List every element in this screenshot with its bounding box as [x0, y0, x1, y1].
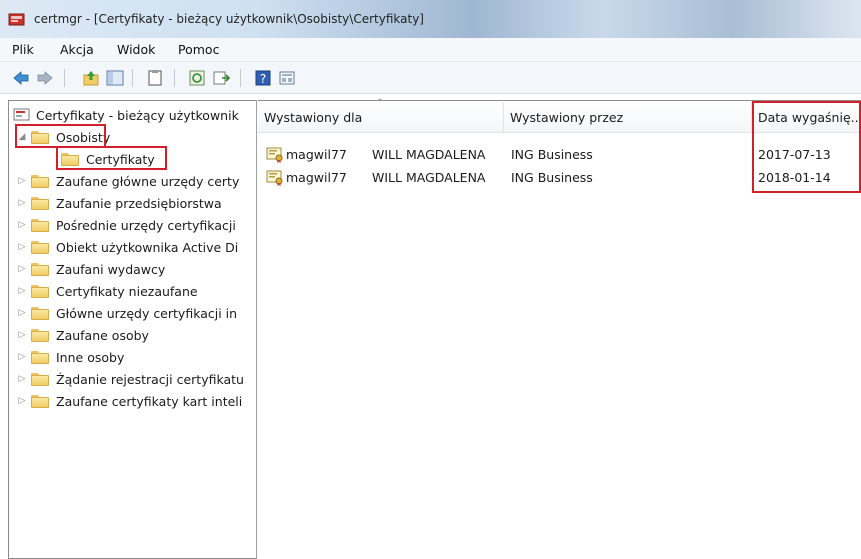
tree-item-label: Pośrednie urzędy certyfikacji	[56, 217, 236, 233]
cell-issued-by: ING Business	[511, 170, 593, 185]
tree-item-label: Główne urzędy certyfikacji in	[56, 305, 238, 321]
certificate-icon	[266, 147, 283, 163]
console-view-icon[interactable]	[278, 69, 296, 87]
toolbar: ?	[0, 62, 861, 94]
tree-item-glowne-urzedy-innych[interactable]: ▷ Główne urzędy certyfikacji in	[17, 303, 238, 323]
toolbar-separator	[64, 69, 65, 87]
back-icon[interactable]	[12, 69, 30, 87]
tree-item-zaufani-wydawcy[interactable]: ▷ Zaufani wydawcy	[17, 259, 166, 279]
tree-item-karty-inteligentne[interactable]: ▷ Zaufane certyfikaty kart inteli	[17, 391, 243, 411]
menu-akcja[interactable]: Akcja	[60, 42, 94, 57]
folder-icon	[31, 240, 49, 254]
certificate-store-icon	[13, 108, 30, 121]
forward-icon[interactable]	[36, 69, 54, 87]
tree-item-niezaufane[interactable]: ▷ Certyfikaty niezaufane	[17, 281, 198, 301]
collapsed-arrow-icon[interactable]: ▷	[17, 374, 27, 384]
cell-subject-name: WILL MAGDALENA	[372, 170, 486, 185]
tree-item-label: Żądanie rejestracji certyfikatu	[56, 371, 244, 387]
up-folder-icon[interactable]	[82, 69, 100, 87]
svg-text:?: ?	[260, 72, 266, 86]
folder-icon	[31, 262, 49, 276]
tree-item-zaufanie-przedsiebiorstwa[interactable]: ▷ Zaufanie przedsiębiorstwa	[17, 193, 222, 213]
toolbar-separator	[174, 69, 175, 87]
certmgr-app-icon	[8, 13, 25, 26]
collapsed-arrow-icon[interactable]: ▷	[17, 330, 27, 340]
folder-icon	[31, 306, 49, 320]
tree-item-label: Certyfikaty niezaufane	[56, 283, 198, 299]
folder-icon	[31, 174, 49, 188]
menu-bar: Plik Akcja Widok Pomoc	[0, 38, 861, 62]
tree-item-label: Zaufane certyfikaty kart inteli	[56, 393, 243, 409]
highlight-box-osobisty	[15, 124, 106, 148]
toolbar-separator	[132, 69, 133, 87]
folder-icon	[31, 328, 49, 342]
collapsed-arrow-icon[interactable]: ▷	[17, 176, 27, 186]
tree-item-label: Zaufane osoby	[56, 327, 149, 343]
tree-item-zaufane-glowne[interactable]: ▷ Zaufane główne urzędy certy	[17, 171, 240, 191]
title-bar: certmgr - [Certyfikaty - bieżący użytkow…	[0, 0, 861, 38]
collapsed-arrow-icon[interactable]: ▷	[17, 264, 27, 274]
cell-issued-to: magwil77	[286, 147, 347, 162]
cell-issued-to: magwil77	[286, 170, 347, 185]
folder-icon	[31, 372, 49, 386]
collapsed-arrow-icon[interactable]: ▷	[17, 286, 27, 296]
tree-item-active-directory[interactable]: ▷ Obiekt użytkownika Active Di	[17, 237, 239, 257]
collapsed-arrow-icon[interactable]: ▷	[17, 198, 27, 208]
clipboard-icon[interactable]	[146, 69, 164, 87]
tree-item-label: Inne osoby	[56, 349, 125, 365]
tree-item-label: Zaufani wydawcy	[56, 261, 166, 277]
sort-ascending-icon: ^	[376, 98, 384, 108]
help-icon[interactable]: ?	[254, 69, 272, 87]
tree-item-label: Obiekt użytkownika Active Di	[56, 239, 239, 255]
tree-item-inne-osoby[interactable]: ▷ Inne osoby	[17, 347, 125, 367]
menu-plik[interactable]: Plik	[12, 42, 34, 57]
collapsed-arrow-icon[interactable]: ▷	[17, 242, 27, 252]
cell-issued-by: ING Business	[511, 147, 593, 162]
folder-icon	[31, 218, 49, 232]
column-header-label: Wystawiony przez	[510, 110, 624, 125]
tree-item-zadanie-rejestracji[interactable]: ▷ Żądanie rejestracji certyfikatu	[17, 369, 244, 389]
folder-icon	[31, 196, 49, 210]
tree-item-label: Zaufanie przedsiębiorstwa	[56, 195, 222, 211]
column-header-label: Wystawiony dla	[264, 110, 363, 125]
collapsed-arrow-icon[interactable]: ▷	[17, 308, 27, 318]
column-header-issued-by[interactable]: Wystawiony przez	[504, 102, 752, 132]
folder-icon	[31, 284, 49, 298]
menu-widok[interactable]: Widok	[117, 42, 155, 57]
collapsed-arrow-icon[interactable]: ▷	[17, 352, 27, 362]
tree-root-label: Certyfikaty - bieżący użytkownik	[36, 107, 239, 123]
tree-root[interactable]: Certyfikaty - bieżący użytkownik	[13, 105, 239, 125]
highlight-box-expiration-column	[752, 101, 861, 193]
folder-icon	[31, 350, 49, 364]
folder-icon	[31, 394, 49, 408]
export-list-icon[interactable]	[212, 69, 230, 87]
window-title: certmgr - [Certyfikaty - bieżący użytkow…	[34, 12, 424, 26]
highlight-box-certyfikaty	[56, 146, 167, 170]
collapsed-arrow-icon[interactable]: ▷	[17, 220, 27, 230]
collapsed-arrow-icon[interactable]: ▷	[17, 396, 27, 406]
toolbar-separator	[240, 69, 241, 87]
certificate-icon	[266, 170, 283, 186]
tree-item-zaufane-osoby[interactable]: ▷ Zaufane osoby	[17, 325, 149, 345]
tree-item-label: Zaufane główne urzędy certy	[56, 173, 240, 189]
show-hide-tree-icon[interactable]	[106, 69, 124, 87]
cell-subject-name: WILL MAGDALENA	[372, 147, 486, 162]
menu-pomoc[interactable]: Pomoc	[178, 42, 219, 57]
refresh-icon[interactable]	[188, 69, 206, 87]
tree-item-posrednie[interactable]: ▷ Pośrednie urzędy certyfikacji	[17, 215, 236, 235]
